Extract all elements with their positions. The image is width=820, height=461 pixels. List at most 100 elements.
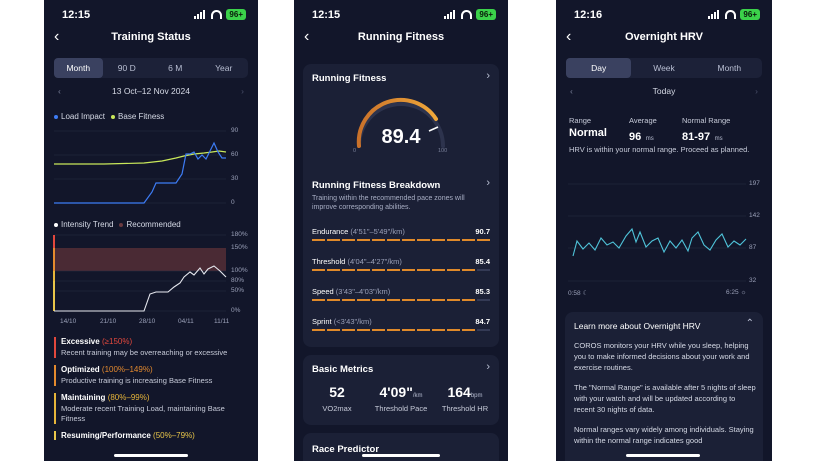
hrv-y-tick: 142 bbox=[749, 212, 760, 219]
row-pace: (<3'43"/km) bbox=[333, 317, 372, 326]
x-tick: 21/10 bbox=[100, 318, 117, 325]
hrv-y-tick: 32 bbox=[749, 277, 757, 284]
breakdown-row-threshold[interactable]: Threshold (4'04"–4'27"/km) 85.4 bbox=[312, 257, 490, 271]
zone-range: (100%–149%) bbox=[101, 365, 153, 374]
legend-recommended: Recommended bbox=[126, 220, 181, 229]
tab-day[interactable]: Day bbox=[566, 58, 632, 78]
hrv-x-start: 0:58 bbox=[568, 290, 581, 297]
learn-more-title[interactable]: Learn more about Overnight HRV bbox=[574, 321, 700, 331]
load-y-tick: 60 bbox=[231, 151, 239, 158]
legend-load: Load Impact bbox=[61, 112, 106, 121]
tab-month[interactable]: Month bbox=[697, 58, 762, 78]
zone-desc: Productive training is increasing Base F… bbox=[61, 376, 213, 385]
zone-descriptions: Excessive (≥150%) Recent training may be… bbox=[54, 337, 250, 447]
chevron-right-icon[interactable]: › bbox=[486, 70, 490, 82]
training-status-screen: 12:15 96+ ‹ Training Status Month 90 D 6… bbox=[44, 0, 258, 461]
metric-unit: bpm bbox=[470, 393, 483, 399]
x-tick: 11/11 bbox=[214, 318, 230, 325]
normal-range-unit: ms bbox=[714, 136, 723, 142]
hrv-message: HRV is within your normal range. Proceed… bbox=[569, 145, 750, 154]
chevron-right-icon[interactable]: › bbox=[486, 177, 490, 189]
chevron-up-icon[interactable]: ⌃ bbox=[746, 318, 754, 329]
hrv-chart bbox=[568, 183, 747, 282]
overnight-hrv-screen: 12:16 96+ ‹ Overnight HRV Day Week Month… bbox=[556, 0, 772, 461]
gauge-min: 0 bbox=[353, 148, 357, 154]
zone-title: Maintaining bbox=[61, 393, 106, 402]
prev-day-icon[interactable]: ‹ bbox=[570, 86, 573, 96]
x-tick: 28/10 bbox=[139, 318, 156, 325]
wifi-icon bbox=[461, 10, 473, 19]
card-title: Running Fitness bbox=[312, 73, 387, 84]
tab-month[interactable]: Month bbox=[54, 58, 103, 78]
range-value: Normal bbox=[569, 127, 607, 139]
metric-label: Threshold Pace bbox=[374, 404, 428, 413]
home-indicator[interactable] bbox=[362, 454, 440, 457]
x-tick: 14/10 bbox=[60, 318, 77, 325]
prev-period-icon[interactable]: ‹ bbox=[58, 86, 61, 96]
zone-range: (80%–99%) bbox=[107, 393, 150, 402]
normal-range-label: Normal Range bbox=[682, 116, 731, 125]
home-indicator[interactable] bbox=[626, 454, 700, 457]
metric-unit: /km bbox=[412, 393, 423, 399]
moon-icon: ☾ bbox=[582, 290, 589, 297]
status-bar: 12:16 96+ bbox=[556, 0, 772, 28]
metric-label: VO2max bbox=[322, 404, 352, 413]
zone-excessive: Excessive (≥150%) Recent training may be… bbox=[54, 337, 250, 358]
metric-value: 4'09" bbox=[379, 384, 413, 400]
learn-more-card: Learn more about Overnight HRV ⌃ COROS m… bbox=[565, 312, 763, 461]
intensity-y-tick: 100% bbox=[231, 267, 248, 274]
tab-year[interactable]: Year bbox=[200, 58, 249, 78]
battery-icon: 96+ bbox=[226, 9, 246, 20]
hrv-y-tick: 197 bbox=[749, 180, 760, 187]
breakdown-row-sprint[interactable]: Sprint (<3'43"/km) 84.7 bbox=[312, 317, 490, 331]
intensity-y-tick: 180% bbox=[231, 231, 248, 238]
metric-value: 164 bbox=[447, 384, 471, 400]
basic-metrics-card[interactable]: Basic Metrics › 52 VO2max 4'09"/km Thres… bbox=[303, 355, 499, 425]
row-pace: (3'43"–4'03"/km) bbox=[335, 287, 391, 296]
breakdown-desc: Training within the recommended pace zon… bbox=[312, 195, 465, 211]
zone-range: (50%–79%) bbox=[153, 431, 195, 440]
zone-bar bbox=[312, 299, 490, 301]
signal-icon bbox=[444, 10, 457, 19]
next-day-icon[interactable]: › bbox=[755, 86, 758, 96]
next-period-icon[interactable]: › bbox=[241, 86, 244, 96]
zone-range: (≥150%) bbox=[101, 337, 133, 346]
zone-bar bbox=[312, 329, 490, 331]
intensity-y-tick: 50% bbox=[231, 287, 245, 294]
card-title: Basic Metrics bbox=[312, 364, 374, 375]
metric-value: 52 bbox=[329, 384, 345, 400]
running-fitness-card: Running Fitness › 89.4 0 100 Running Fit… bbox=[303, 64, 499, 347]
zone-maintaining: Maintaining (80%–99%) Moderate recent Tr… bbox=[54, 393, 250, 424]
row-label: Endurance bbox=[312, 227, 349, 236]
signal-icon bbox=[708, 10, 721, 19]
average-value: 96 bbox=[629, 131, 642, 143]
breakdown-title: Running Fitness Breakdown bbox=[312, 180, 441, 191]
chevron-right-icon[interactable]: › bbox=[486, 361, 490, 373]
zone-resuming: Resuming/Performance (50%–79%) bbox=[54, 431, 250, 440]
range-label: Range bbox=[569, 116, 592, 125]
zone-bar bbox=[312, 239, 490, 241]
intensity-legend: Intensity Trend Recommended bbox=[54, 220, 181, 229]
row-label: Threshold bbox=[312, 257, 346, 266]
legend-intensity-trend: Intensity Trend bbox=[61, 220, 114, 229]
tab-90d[interactable]: 90 D bbox=[103, 58, 152, 78]
zone-desc: Moderate recent Training Load, maintaini… bbox=[61, 404, 225, 423]
running-fitness-screen: 12:15 96+ ‹ Running Fitness Running Fitn… bbox=[294, 0, 508, 461]
zone-desc: Recent training may be overreaching or e… bbox=[61, 348, 228, 357]
zone-optimized: Optimized (100%–149%) Productive trainin… bbox=[54, 365, 250, 386]
day-label: Today bbox=[652, 86, 676, 96]
breakdown-row-speed[interactable]: Speed (3'43"–4'03"/km) 85.3 bbox=[312, 287, 490, 301]
battery-icon: 96+ bbox=[740, 9, 760, 20]
tab-week[interactable]: Week bbox=[631, 58, 696, 78]
row-value: 90.7 bbox=[475, 227, 490, 236]
home-indicator[interactable] bbox=[114, 454, 188, 457]
page-title: Overnight HRV bbox=[624, 31, 704, 43]
fitness-score: 89.4 bbox=[381, 126, 421, 148]
period-tabs: Month 90 D 6 M Year bbox=[54, 58, 248, 78]
breakdown-row-endurance[interactable]: Endurance (4'51"–5'49"/km) 90.7 bbox=[312, 227, 490, 241]
tab-6m[interactable]: 6 M bbox=[151, 58, 200, 78]
page-title: Training Status bbox=[111, 31, 191, 43]
row-label: Speed bbox=[312, 287, 334, 296]
metric-threshold-pace: 4'09"/km Threshold Pace bbox=[370, 384, 432, 413]
zone-title: Optimized bbox=[61, 365, 100, 374]
